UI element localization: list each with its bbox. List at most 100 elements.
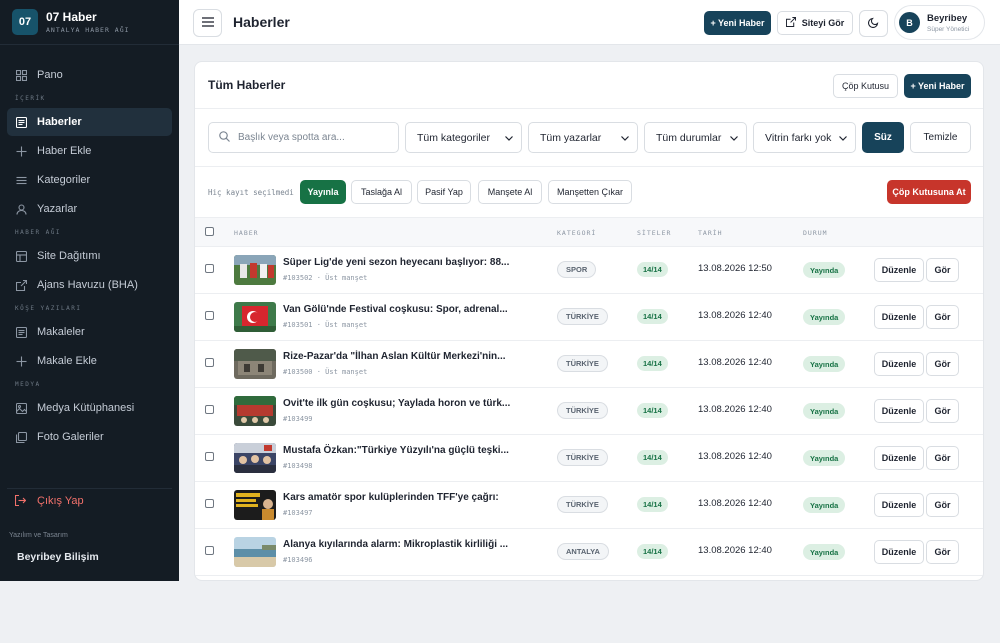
trash-button[interactable]: Çöp Kutusu [833,74,898,98]
status-select[interactable]: Tüm durumlar [644,122,747,153]
sidebar-item-label: Medya Kütüphanesi [37,402,135,414]
search-box[interactable] [208,122,399,153]
category-select[interactable]: Tüm kategoriler [405,122,522,153]
edit-button[interactable]: Düzenle [874,399,924,423]
new-news-button[interactable]: + Yeni Haber [704,11,771,35]
user-icon [15,203,27,215]
sidebar-item-kategoriler[interactable]: Kategoriler [7,166,172,194]
edit-button[interactable]: Düzenle [874,258,924,282]
sites-badge: 14/14 [637,262,668,277]
author-select[interactable]: Tüm yazarlar [528,122,638,153]
news-thumbnail[interactable] [234,443,276,473]
filter-button[interactable]: Süz [862,122,904,153]
header-news: HABER [234,229,259,237]
row-checkbox[interactable] [205,405,214,414]
table-row: Van Gölü'nde Festival coşkusu: Spor, adr… [195,294,983,341]
header-status: DURUM [803,229,828,237]
bulk-draft-button[interactable]: Taslağa Al [351,180,412,204]
news-title[interactable]: Kars amatör spor kulüplerinden TFF'ye ça… [283,492,499,503]
card-new-news-button[interactable]: + Yeni Haber [904,74,971,98]
news-meta: #103500 · Üst manşet [283,368,368,376]
news-thumbnail[interactable] [234,537,276,567]
bulk-unheadline-button[interactable]: Manşetten Çıkar [548,180,632,204]
news-thumbnail[interactable] [234,302,276,332]
news-thumbnail[interactable] [234,396,276,426]
news-card: Tüm Haberler Çöp Kutusu + Yeni Haber Tüm… [194,61,984,581]
sidebar-item-label: Kategoriler [37,174,91,186]
search-input[interactable] [238,132,388,143]
clear-filters-button[interactable]: Temizle [910,122,971,153]
news-title[interactable]: Ovit'te ilk gün coşkusu; Yaylada horon v… [283,398,510,409]
select-all-checkbox[interactable] [205,227,214,236]
chevron-down-icon [730,132,738,144]
view-button[interactable]: Gör [926,399,959,423]
sidebar-item-pano[interactable]: Pano [7,61,172,89]
sidebar-item-foto-galeriler[interactable]: Foto Galeriler [7,423,172,451]
view-button[interactable]: Gör [926,446,959,470]
logout-button[interactable]: Çıkış Yap [7,488,172,512]
table-header: HABER KATEGORİ SİTELER TARİH DURUM [195,217,983,247]
status-badge: Yayında [803,450,846,466]
bulk-deactivate-button[interactable]: Pasif Yap [417,180,471,204]
view-button[interactable]: Gör [926,305,959,329]
sidebar-item-site-dagitimi[interactable]: Site Dağıtımı [7,242,172,270]
view-button[interactable]: Gör [926,493,959,517]
selection-status: Hiç kayıt seçilmedi [208,188,294,197]
status-badge: Yayında [803,309,846,325]
credit-name[interactable]: Beyribey Bilişim [17,551,99,563]
sidebar-item-haberler[interactable]: Haberler [7,108,172,136]
news-thumbnail[interactable] [234,490,276,520]
theme-toggle-button[interactable] [859,10,888,37]
news-date: 13.08.2026 12:40 [698,357,772,368]
row-checkbox[interactable] [205,499,214,508]
brand[interactable]: 07 07 Haber ANTALYA HABER AĞI [0,0,179,45]
news-date: 13.08.2026 12:40 [698,404,772,415]
news-title[interactable]: Van Gölü'nde Festival coşkusu: Spor, adr… [283,304,508,315]
bulk-publish-button[interactable]: Yayınla [300,180,346,204]
news-thumbnail[interactable] [234,255,276,285]
news-title[interactable]: Mustafa Özkan:"Türkiye Yüzyılı'na güçlü … [283,445,509,456]
sidebar-item-ajans-havuzu[interactable]: Ajans Havuzu (BHA) [7,271,172,299]
sidebar-item-haber-ekle[interactable]: Haber Ekle [7,137,172,165]
sidebar-section-kose-yazilari: KÖŞE YAZILARI [15,305,82,312]
edit-button[interactable]: Düzenle [874,352,924,376]
status-select-value: Tüm durumlar [656,131,722,144]
table-row: Rize-Pazar'da "İlhan Aslan Kültür Merkez… [195,341,983,388]
category-badge: TÜRKİYE [557,308,608,325]
news-title[interactable]: Süper Lig'de yeni sezon heyecanı başlıyo… [283,257,509,268]
sites-badge: 14/14 [637,309,668,324]
menu-toggle-button[interactable] [193,9,222,37]
news-title[interactable]: Alanya kıyılarında alarm: Mikroplastik k… [283,539,508,550]
topbar: Haberler + Yeni Haber Siteyi Gör B Beyri… [179,0,1000,45]
view-site-button[interactable]: Siteyi Gör [777,11,853,35]
view-button[interactable]: Gör [926,540,959,564]
sidebar-item-makaleler[interactable]: Makaleler [7,318,172,346]
showcase-select[interactable]: Vitrin farkı yok [753,122,856,153]
bulk-headline-button[interactable]: Manşete Al [478,180,542,204]
row-checkbox[interactable] [205,546,214,555]
sidebar-item-makale-ekle[interactable]: Makale Ekle [7,347,172,375]
row-checkbox[interactable] [205,311,214,320]
view-button[interactable]: Gör [926,258,959,282]
sidebar-item-medya-kutuphanesi[interactable]: Medya Kütüphanesi [7,394,172,422]
news-title[interactable]: Rize-Pazar'da "İlhan Aslan Kültür Merkez… [283,351,506,362]
page-title: Haberler [233,14,290,30]
edit-button[interactable]: Düzenle [874,305,924,329]
user-menu[interactable]: B Beyribey Süper Yönetici [894,5,985,40]
view-button[interactable]: Gör [926,352,959,376]
bulk-trash-button[interactable]: Çöp Kutusuna At [887,180,971,204]
news-thumbnail[interactable] [234,349,276,379]
edit-button[interactable]: Düzenle [874,540,924,564]
plus-icon [15,355,27,367]
edit-button[interactable]: Düzenle [874,446,924,470]
row-checkbox[interactable] [205,358,214,367]
category-badge: ANTALYA [557,543,609,560]
row-checkbox[interactable] [205,264,214,273]
edit-button[interactable]: Düzenle [874,493,924,517]
sidebar-item-label: Site Dağıtımı [37,250,101,262]
row-checkbox[interactable] [205,452,214,461]
status-badge: Yayında [803,356,846,372]
user-role: Süper Yönetici [927,25,970,33]
chevron-down-icon [621,132,629,144]
sidebar-item-yazarlar[interactable]: Yazarlar [7,195,172,223]
